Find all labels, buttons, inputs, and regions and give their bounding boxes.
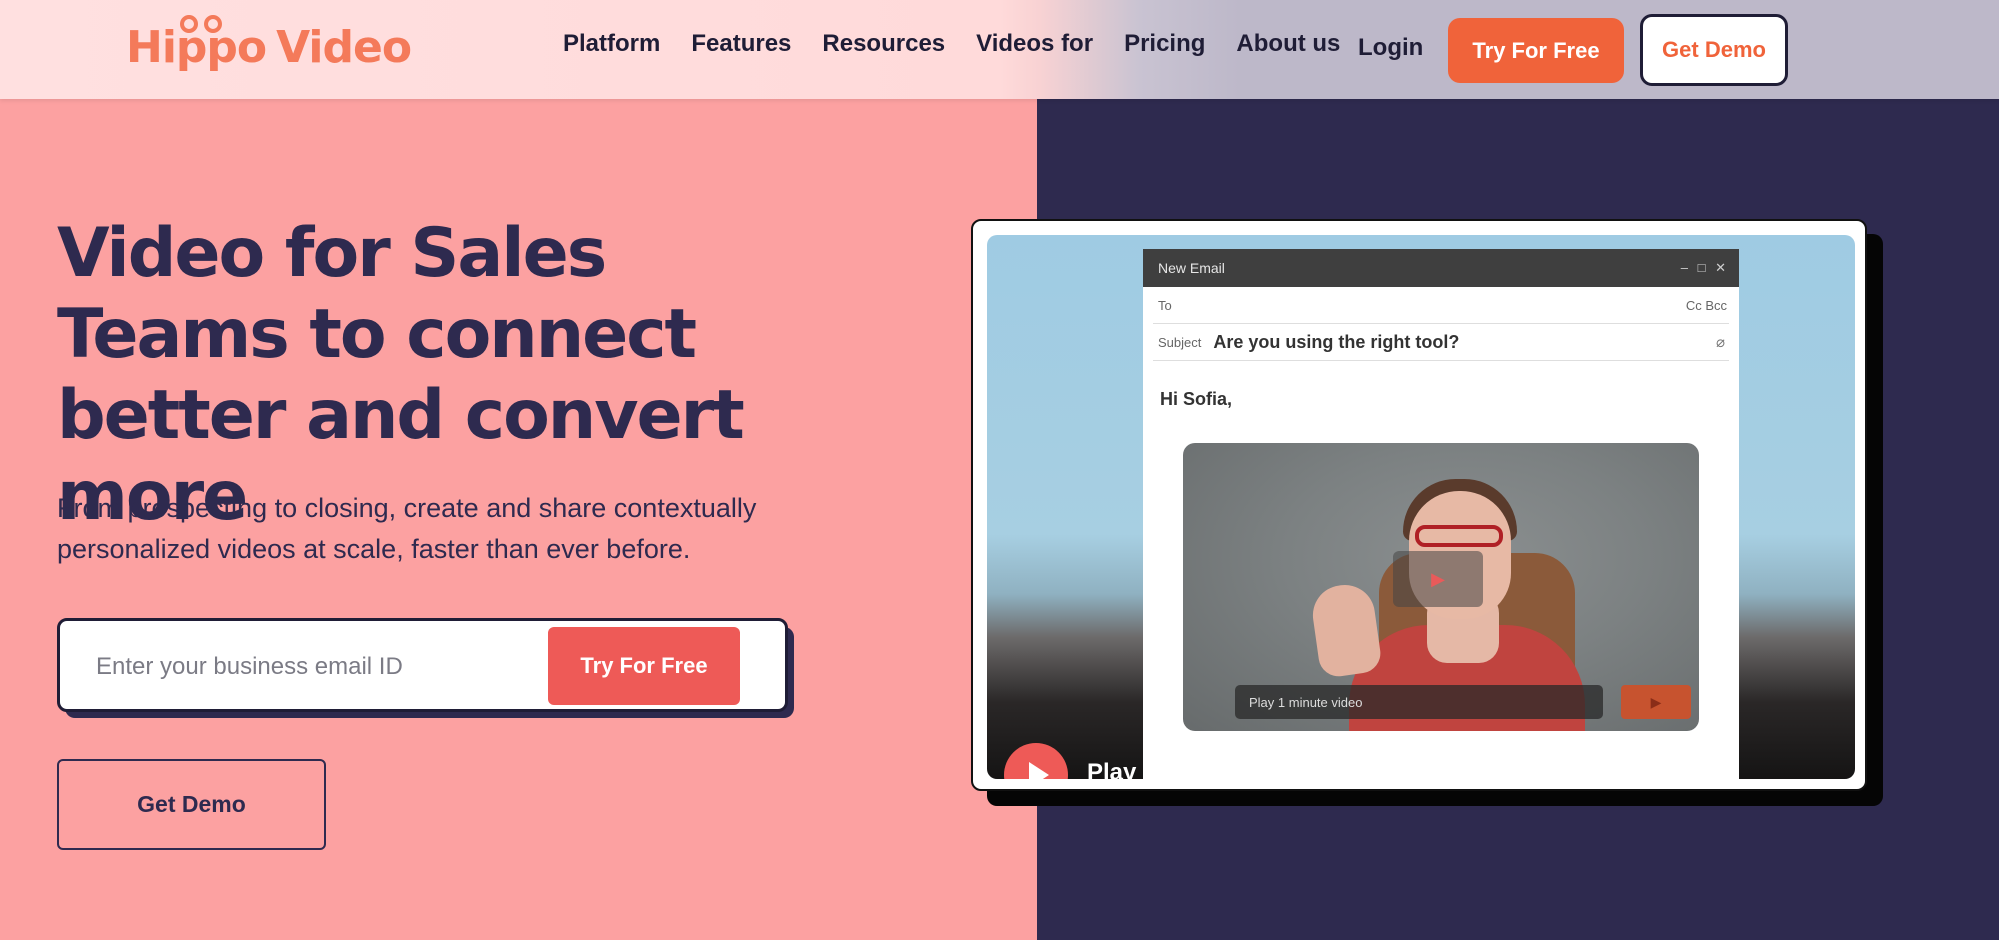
hero-subheadline: From prospecting to closing, create and … (57, 493, 757, 564)
nav-menu: Platform Features Resources Videos for P… (563, 30, 1371, 58)
hero-get-demo-button[interactable]: Get Demo (57, 759, 326, 850)
logo-word-video: Video (276, 21, 412, 73)
thumbnail-play-bar: Play 1 minute video (1235, 685, 1603, 719)
nav-item-pricing[interactable]: Pricing (1124, 30, 1205, 58)
email-signup-form: Try For Free (57, 618, 788, 712)
video-preview-frame: New Email – □ ✕ To Cc Bcc Subject Are yo… (987, 235, 1855, 779)
login-link[interactable]: Login (1358, 34, 1423, 62)
hippo-ears-icon (180, 15, 222, 33)
window-controls-icon: – □ ✕ (1680, 260, 1729, 275)
top-navbar: Hippo Video Platform Features Resources V… (0, 0, 1999, 99)
play-video-label[interactable]: Play video (1087, 759, 1206, 779)
thumbnail-play-icon: ▶ (1393, 551, 1483, 607)
glasses-shape (1415, 525, 1503, 547)
nav-item-features[interactable]: Features (691, 30, 791, 58)
email-to-label: To (1158, 297, 1172, 313)
logo-wordmark: Hippo Video (126, 21, 412, 73)
play-icon (1028, 762, 1049, 779)
nav-get-demo-button[interactable]: Get Demo (1640, 14, 1788, 86)
thumbnail-play-bar-text: Play 1 minute video (1249, 694, 1363, 710)
thumbnail-play-button-icon: ▶ (1621, 685, 1691, 719)
email-compose-window: New Email – □ ✕ To Cc Bcc Subject Are yo… (1143, 249, 1739, 779)
hippo-video-logo[interactable]: Hippo Video (126, 12, 412, 82)
nav-item-about-us[interactable]: About us (1236, 30, 1340, 58)
embedded-video-thumbnail: ▶ Play 1 minute video ▶ (1183, 443, 1699, 731)
email-window-title: New Email (1158, 260, 1225, 276)
email-subject-row: Subject Are you using the right tool? ⌀ (1153, 324, 1729, 361)
email-subject-value: Are you using the right tool? (1213, 331, 1460, 352)
hero-try-for-free-button[interactable]: Try For Free (548, 627, 740, 705)
email-cc-bcc: Cc Bcc (1685, 297, 1727, 313)
business-email-input[interactable] (96, 647, 516, 687)
paperclip-icon: ⌀ (1715, 334, 1725, 351)
nav-item-videos-for[interactable]: Videos for (976, 30, 1093, 58)
email-to-row: To Cc Bcc (1153, 287, 1729, 324)
waving-hand-shape (1309, 581, 1383, 679)
nav-item-resources[interactable]: Resources (822, 30, 945, 58)
email-greeting: Hi Sofia, (1160, 389, 1233, 409)
email-subject-label: Subject (1158, 334, 1202, 350)
email-window-titlebar: New Email – □ ✕ (1143, 249, 1739, 287)
nav-try-for-free-button[interactable]: Try For Free (1448, 18, 1624, 83)
nav-item-platform[interactable]: Platform (563, 30, 660, 58)
play-video-button[interactable] (1004, 743, 1068, 779)
video-preview-card[interactable]: New Email – □ ✕ To Cc Bcc Subject Are yo… (971, 219, 1867, 791)
